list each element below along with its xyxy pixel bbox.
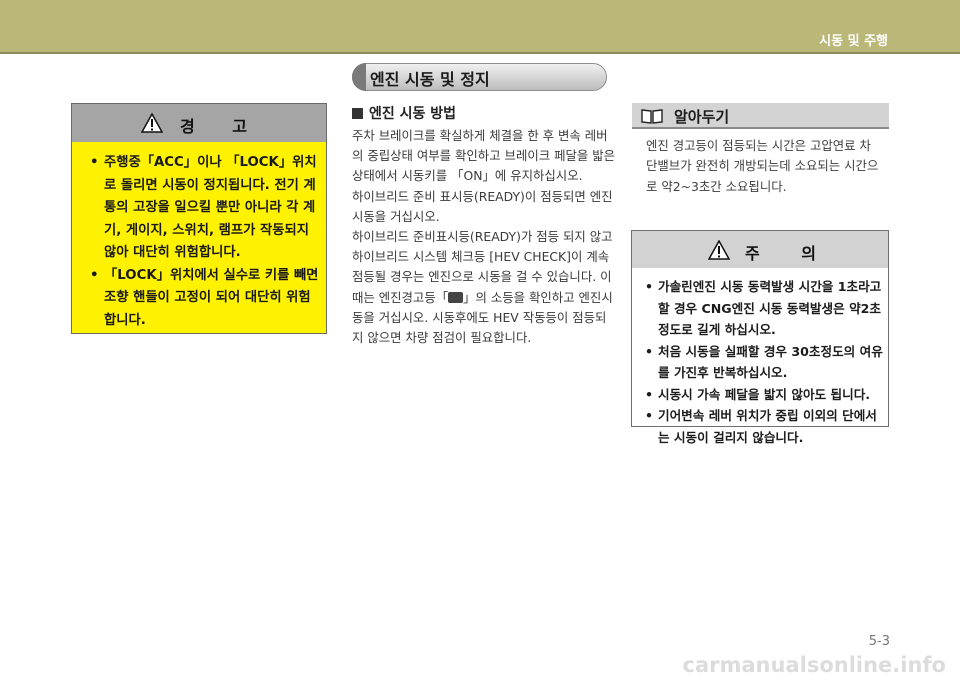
page-number: 5-3 bbox=[868, 634, 890, 649]
start-method-body: 주차 브레이크를 확실하게 체결을 한 후 변속 레버의 중립상태 여부를 확인… bbox=[352, 126, 616, 348]
warning-header: 경 고 bbox=[72, 104, 326, 142]
top-band bbox=[0, 0, 960, 52]
warning-triangle-icon bbox=[141, 113, 163, 133]
engine-check-icon bbox=[448, 291, 464, 303]
warning-title: 경 고 bbox=[180, 117, 264, 136]
start-method-heading: 엔진 시동 방법 bbox=[352, 103, 456, 123]
page-title: 엔진 시동 및 정지 bbox=[370, 70, 490, 89]
info-title: 알아두기 bbox=[674, 108, 730, 126]
body-paragraph: 하이브리드 준비표시등(READY)가 점등 되지 않고 하이브리드 시스템 체… bbox=[352, 227, 616, 348]
warning-box: 경 고 주행중「ACC」이나 「LOCK」위치로 돌리면 시동이 정지됩니다. … bbox=[71, 103, 327, 334]
top-band-divider bbox=[0, 52, 960, 54]
warning-item: 「LOCK」위치에서 실수로 키를 빼면 조향 핸들이 고정이 되어 대단히 위… bbox=[86, 265, 320, 333]
caution-item: 처음 시동을 실패할 경우 30초정도의 여유를 가진후 반복하십시오. bbox=[642, 341, 884, 384]
info-text: 엔진 경고등이 점등되는 시간은 고압연료 차단밸브가 완전히 개방되는데 소요… bbox=[646, 138, 879, 194]
section-header: 시동 및 주행 bbox=[819, 34, 888, 49]
page-title-pill-accent bbox=[352, 63, 366, 91]
open-book-icon bbox=[641, 109, 663, 124]
caution-header: 주 의 bbox=[632, 231, 888, 268]
caution-title: 주 의 bbox=[745, 244, 835, 263]
caution-item: 가솔린엔진 시동 동력발생 시간을 1초라고 할 경우 CNG엔진 시동 동력발… bbox=[642, 276, 884, 341]
warning-item: 주행중「ACC」이나 「LOCK」위치로 돌리면 시동이 정지됩니다. 전기 계… bbox=[86, 152, 320, 265]
caution-item: 기어변속 레버 위치가 중립 이외의 단에서는 시동이 걸리지 않습니다. bbox=[642, 405, 884, 448]
info-header: 알아두기 bbox=[632, 103, 889, 129]
caution-box: 주 의 가솔린엔진 시동 동력발생 시간을 1초라고 할 경우 CNG엔진 시동… bbox=[631, 230, 889, 445]
start-method-heading-text: 엔진 시동 방법 bbox=[369, 106, 457, 122]
warning-list: 주행중「ACC」이나 「LOCK」위치로 돌리면 시동이 정지됩니다. 전기 계… bbox=[86, 152, 320, 332]
warning-triangle-icon bbox=[708, 240, 730, 260]
watermark: carmanualsonline.info bbox=[682, 653, 946, 677]
body-paragraph: 하이브리드 준비 표시등(READY)이 점등되면 엔진시동을 거십시오. bbox=[352, 188, 613, 224]
body-paragraph: 주차 브레이크를 확실하게 체결을 한 후 변속 레버의 중립상태 여부를 확인… bbox=[352, 128, 616, 184]
square-bullet-icon bbox=[352, 108, 363, 119]
caution-list: 가솔린엔진 시동 동력발생 시간을 1초라고 할 경우 CNG엔진 시동 동력발… bbox=[642, 276, 884, 448]
caution-item: 시동시 가속 페달을 밟지 않아도 됩니다. bbox=[642, 384, 884, 406]
